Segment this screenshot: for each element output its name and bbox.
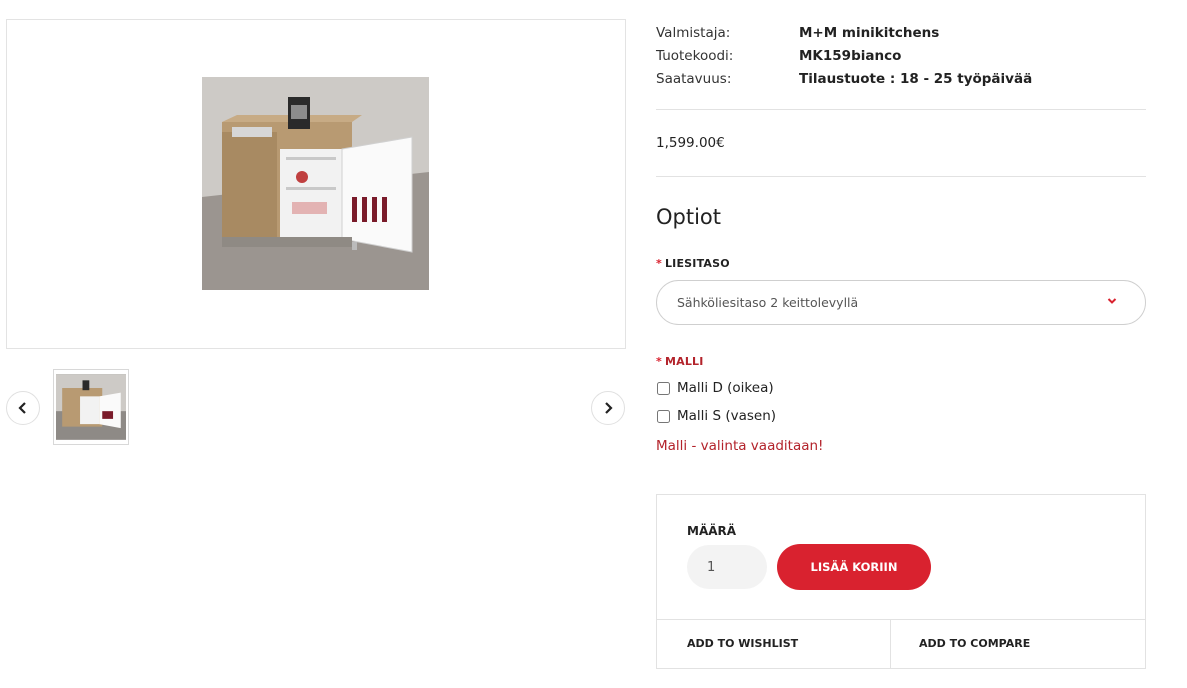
required-mark: * — [656, 257, 662, 270]
divider — [657, 619, 1145, 620]
spec-row-product-code: Tuotekoodi: MK159bianco — [656, 44, 1146, 67]
liesitaso-select[interactable]: Sähköliesitaso 2 keittolevyllä — [656, 280, 1146, 325]
divider — [890, 619, 891, 669]
liesitaso-label-text: LIESITASO — [664, 257, 730, 270]
carousel-next-button[interactable] — [591, 391, 625, 425]
add-to-cart-button[interactable]: LISÄÄ KORIIN — [777, 544, 931, 590]
product-specs: Valmistaja: M+M minikitchens Tuotekoodi:… — [656, 21, 1146, 90]
quantity-label: MÄÄRÄ — [687, 524, 737, 538]
spec-label: Saatavuus: — [656, 70, 732, 87]
malli-s-checkbox[interactable] — [657, 409, 670, 423]
malli-label: * MALLI — [656, 355, 704, 368]
required-mark: * — [656, 355, 662, 368]
liesitaso-label: * LIESITASO — [656, 257, 730, 270]
chevron-left-icon — [18, 402, 26, 414]
divider — [656, 109, 1146, 110]
malli-option-s[interactable]: Malli S (vasen) — [656, 408, 776, 424]
divider — [656, 176, 1146, 177]
thumbnail-photo — [56, 374, 126, 440]
malli-label-text: MALLI — [664, 355, 704, 368]
spec-row-availability: Saatavuus: Tilaustuote : 18 - 25 työpäiv… — [656, 67, 1146, 90]
chevron-right-icon — [605, 402, 613, 414]
spec-value: M+M minikitchens — [799, 24, 940, 41]
spec-label: Valmistaja: — [656, 24, 731, 41]
thumbnail-carousel — [6, 369, 626, 447]
carousel-prev-button[interactable] — [6, 391, 40, 425]
malli-option-d[interactable]: Malli D (oikea) — [656, 380, 774, 396]
spec-value: MK159bianco — [799, 47, 902, 64]
malli-error-message: Malli - valinta vaaditaan! — [656, 438, 824, 454]
product-price: 1,599.00€ — [656, 135, 725, 151]
main-product-image[interactable] — [6, 19, 626, 349]
options-heading: Optiot — [656, 205, 722, 229]
malli-s-label: Malli S (vasen) — [677, 408, 777, 424]
quantity-input[interactable] — [687, 545, 767, 589]
malli-d-checkbox[interactable] — [657, 381, 670, 395]
spec-label: Tuotekoodi: — [656, 47, 734, 64]
spec-value: Tilaustuote : 18 - 25 työpäivää — [799, 70, 1033, 87]
add-to-compare-link[interactable]: ADD TO COMPARE — [919, 637, 1030, 650]
add-to-wishlist-link[interactable]: ADD TO WISHLIST — [687, 637, 798, 650]
add-to-cart-box: MÄÄRÄ LISÄÄ KORIIN ADD TO WISHLIST ADD T… — [656, 494, 1146, 669]
thumbnail-image[interactable] — [53, 369, 129, 445]
spec-row-manufacturer: Valmistaja: M+M minikitchens — [656, 21, 1146, 44]
liesitaso-selected-value: Sähköliesitaso 2 keittolevyllä — [677, 295, 859, 310]
malli-d-label: Malli D (oikea) — [677, 380, 774, 396]
product-photo — [202, 77, 429, 290]
chevron-down-icon — [1107, 298, 1117, 304]
